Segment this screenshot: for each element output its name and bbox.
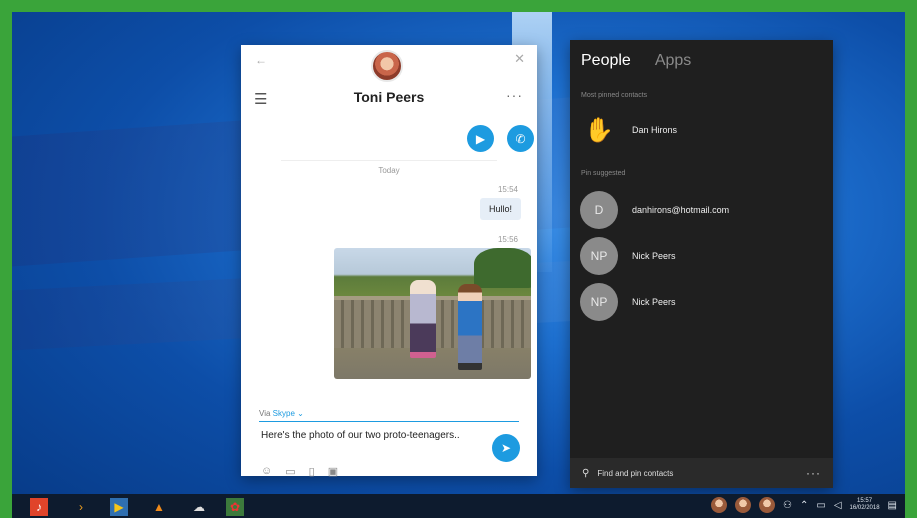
message-bubble[interactable]: Hullo! — [479, 198, 521, 220]
tab-apps[interactable]: Apps — [655, 52, 691, 70]
back-arrow-icon[interactable]: ← — [255, 53, 267, 67]
video-call-button[interactable]: ▶ — [467, 125, 494, 152]
photo-child — [410, 280, 436, 358]
people-avatar[interactable] — [759, 497, 775, 513]
contact-avatar: D — [580, 191, 618, 229]
send-icon: ➤ — [500, 441, 512, 455]
person-icon: ⚲ — [582, 467, 590, 479]
more-options-icon[interactable]: ··· — [506, 87, 523, 103]
file-icon[interactable]: ▯ — [309, 465, 315, 478]
via-service-name[interactable]: Skype — [273, 409, 295, 418]
contact-avatar: NP — [580, 237, 618, 275]
tab-people[interactable]: People — [581, 52, 631, 70]
taskbar: ♪ › ▶ ▲ ☁ ✿ ⚇ ⌃ ▭ ◁ 15:57 16/02/2018 ▤ — [12, 494, 905, 518]
contact-name: danhirons@hotmail.com — [632, 205, 730, 215]
contact-row[interactable]: D danhirons@hotmail.com — [580, 190, 823, 230]
contact-card-icon[interactable]: ▣ — [328, 465, 338, 478]
vlc-icon[interactable]: ▲ — [150, 498, 168, 516]
contact-name: Nick Peers — [632, 297, 676, 307]
compose-underline — [259, 421, 519, 422]
photo-tree — [474, 248, 531, 288]
hand-avatar-icon: ✋ — [580, 111, 618, 149]
clock-time: 15:57 — [857, 498, 873, 504]
compose-toolbar: ☺ ▭ ▯ ▣ — [261, 465, 338, 478]
skype-chat-window: ← ✕ ☰ Toni Peers ··· ▶ ✆ Today 15:54 Hul… — [241, 45, 537, 478]
pinned-section-header: Most pinned contacts — [581, 92, 648, 99]
network-icon[interactable]: ▭ — [816, 500, 825, 511]
people-panel: People Apps Most pinned contacts ✋ Dan H… — [570, 40, 833, 488]
app-icon-green[interactable]: ✿ — [226, 498, 244, 516]
clock[interactable]: 15:57 16/02/2018 — [850, 498, 880, 512]
system-tray: ⚇ ⌃ ▭ ◁ 15:57 16/02/2018 ▤ — [711, 497, 897, 513]
contact-row[interactable]: NP Nick Peers — [580, 236, 823, 276]
contact-row[interactable]: NP Nick Peers — [580, 282, 823, 322]
audio-call-button[interactable]: ✆ — [507, 125, 534, 152]
people-tabs: People Apps — [581, 52, 691, 70]
app-icon-arrow[interactable]: › — [72, 498, 90, 516]
people-icon[interactable]: ⚇ — [783, 500, 792, 511]
date-divider-line — [281, 160, 497, 161]
emoji-icon[interactable]: ☺ — [261, 465, 272, 478]
via-label: Via — [259, 409, 271, 418]
contact-name: Toni Peers — [353, 89, 425, 105]
people-avatar[interactable] — [711, 497, 727, 513]
contact-avatar[interactable] — [371, 50, 403, 82]
volume-icon[interactable]: ◁ — [834, 500, 842, 511]
photo-child — [458, 284, 482, 370]
action-center-icon[interactable]: ▤ — [888, 500, 897, 511]
send-button[interactable]: ➤ — [492, 434, 520, 462]
video-camera-icon: ▶ — [475, 131, 486, 146]
people-avatar[interactable] — [735, 497, 751, 513]
find-and-pin-label: Find and pin contacts — [597, 468, 674, 478]
app-icon-cloud[interactable]: ☁ — [190, 498, 208, 516]
chevron-down-icon[interactable]: ⌄ — [297, 409, 304, 418]
message-timestamp: 15:56 — [497, 235, 518, 244]
via-service-selector[interactable]: Via Skype ⌄ — [259, 409, 304, 418]
date-divider-label: Today — [378, 166, 400, 175]
chevron-up-icon[interactable]: ⌃ — [800, 500, 808, 511]
clock-date: 16/02/2018 — [849, 505, 880, 511]
contact-name: Nick Peers — [632, 251, 676, 261]
contact-avatar: NP — [580, 283, 618, 321]
find-and-pin-bar[interactable]: ⚲ Find and pin contacts ··· — [570, 458, 833, 488]
message-compose-field[interactable]: Here's the photo of our two proto-teenag… — [261, 429, 476, 442]
message-timestamp: 15:54 — [497, 185, 518, 194]
more-options-icon[interactable]: ··· — [806, 466, 821, 480]
contact-row[interactable]: ✋ Dan Hirons — [580, 110, 823, 150]
shared-photo[interactable] — [334, 248, 531, 379]
image-icon[interactable]: ▭ — [285, 465, 295, 478]
phone-icon: ✆ — [515, 131, 526, 146]
suggested-section-header: Pin suggested — [581, 170, 626, 177]
contact-name: Dan Hirons — [632, 125, 678, 135]
app-icon-media[interactable]: ▶ — [110, 498, 128, 516]
close-icon[interactable]: ✕ — [514, 51, 525, 67]
app-icon-red[interactable]: ♪ — [30, 498, 48, 516]
